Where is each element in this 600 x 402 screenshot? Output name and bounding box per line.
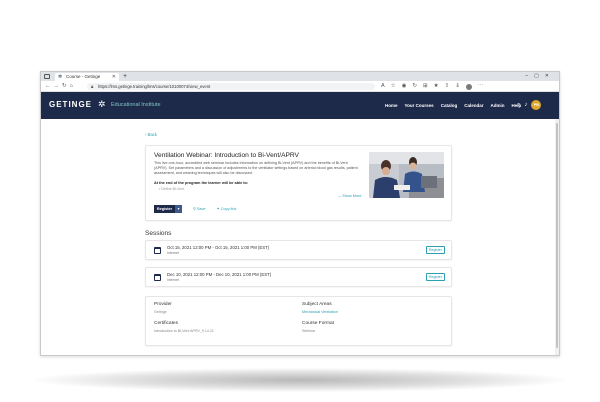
favorite-star-icon[interactable]: ☆ [391, 82, 396, 91]
site-header: GETINGE ✲ Educational Institute Home You… [41, 92, 559, 119]
close-tab-icon[interactable]: ✕ [112, 74, 116, 80]
address-bar: ←→↻⌂ 🔒︎ https://lms.getinge.training/lms… [41, 81, 559, 92]
certificates-value: Introduction to Bi-Vent APRV_9.14.21 [154, 329, 214, 333]
save-label: Save [196, 207, 206, 211]
session-card: Dec 10, 2021 12:00 PM - Dec 10, 2021 1:0… [145, 267, 452, 287]
collections-icon[interactable]: ⊞ [423, 82, 428, 91]
objective-item: • Define Bi-Vent [159, 187, 185, 191]
session-datetime: Oct 15, 2021 12:00 PM - Oct 15, 2021 1:0… [167, 245, 270, 250]
browser-window: ✲ Course - Getinge ✕ + –▢✕ ←→↻⌂ 🔒︎ https… [40, 71, 560, 356]
more-menu-icon[interactable]: ⋯ [478, 82, 484, 91]
register-button[interactable]: Register [154, 205, 175, 213]
profile-avatar-icon[interactable] [465, 83, 472, 90]
main-content: ‹ Back Ventilation Webinar: Introduction… [41, 119, 557, 355]
course-title: Ventilation Webinar: Introduction to Bi-… [154, 152, 299, 159]
save-button[interactable]: ⚲ Save [193, 205, 206, 213]
window-controls[interactable]: –▢✕ [525, 73, 555, 80]
sync-icon[interactable]: ↻ [412, 82, 417, 91]
new-tab-icon[interactable]: + [123, 73, 127, 80]
session-datetime: Dec 10, 2021 12:00 PM - Dec 10, 2021 1:0… [167, 272, 272, 277]
sessions-heading: Sessions [145, 230, 172, 237]
getinge-favicon-icon: ✲ [58, 74, 63, 80]
session-register-button[interactable]: Register [426, 273, 445, 281]
extension-icon[interactable]: ◉ [402, 82, 407, 91]
brand-subtitle: Educational Institute [111, 102, 161, 108]
lock-icon: 🔒︎ [91, 84, 94, 89]
show-more-link[interactable]: ⌄ Show More [338, 194, 361, 199]
url-text: https://lms.getinge.training/lms/course/… [98, 84, 211, 89]
course-card: Ventilation Webinar: Introduction to Bi-… [145, 145, 452, 221]
session-register-button[interactable]: Register [426, 246, 445, 254]
refresh-icon[interactable]: ↻ [62, 83, 70, 89]
course-format-value: Webinar [302, 329, 316, 333]
browser-tab[interactable]: ✲ Course - Getinge ✕ [55, 73, 119, 81]
nav-admin[interactable]: Admin [490, 102, 504, 109]
course-photo [369, 152, 444, 198]
scrollbar-thumb[interactable] [556, 123, 558, 348]
course-description: This live one-hour, accredited web semin… [154, 161, 358, 175]
session-location: Internet [167, 278, 179, 282]
subject-areas-link[interactable]: Mechanical Ventilation [302, 310, 338, 315]
nav-catalog[interactable]: Catalog [441, 102, 458, 109]
downloads-icon[interactable]: ⇓ [455, 82, 460, 91]
favorites-icon[interactable]: ★ [434, 82, 439, 91]
session-location: Internet [167, 251, 179, 255]
screenshot-stage: ✲ Course - Getinge ✕ + –▢✕ ←→↻⌂ 🔒︎ https… [0, 0, 600, 402]
nav-buttons[interactable]: ←→↻⌂ [45, 83, 76, 90]
tab-strip: ✲ Course - Getinge ✕ + –▢✕ [41, 72, 559, 81]
forward-arrow-icon[interactable]: → [54, 83, 63, 89]
user-avatar[interactable]: PB [531, 100, 542, 110]
tab-title: Course - Getinge [66, 74, 101, 79]
toolbar-icons: A ☆ ◉ ↻ ⊞ ★ ⇪ ⇓ ⋯ [381, 82, 483, 91]
provider-label: Provider [154, 302, 172, 307]
search-icon[interactable]: ⌕ [517, 100, 520, 110]
window-shadow [34, 368, 566, 392]
objectives-heading: At the end of the program the learner wi… [154, 181, 249, 185]
subject-areas-label: Subject Areas [302, 302, 332, 307]
nav-your-courses[interactable]: Your Courses [405, 102, 434, 109]
calendar-icon [154, 247, 161, 254]
tab-actions-icon[interactable] [44, 74, 50, 79]
brand-logo[interactable]: GETINGE [49, 100, 92, 110]
header-icons: ⌕ ♪ PB [517, 100, 542, 110]
course-actions: Register ▾ ⚲ Save ⚭ Copy link [154, 205, 236, 213]
share-icon[interactable]: ⇪ [445, 82, 450, 91]
back-arrow-icon[interactable]: ← [45, 83, 54, 89]
nav-calendar[interactable]: Calendar [464, 102, 483, 109]
course-format-label: Course Format [302, 321, 334, 326]
bell-icon[interactable]: ♪ [524, 100, 527, 110]
session-card: Oct 15, 2021 12:00 PM - Oct 15, 2021 1:0… [145, 240, 452, 260]
home-icon[interactable]: ⌂ [70, 83, 76, 89]
register-dropdown-icon[interactable]: ▾ [175, 205, 182, 213]
main-nav: Home Your Courses Catalog Calendar Admin… [385, 102, 521, 109]
provider-value: Getinge [154, 310, 167, 314]
back-link[interactable]: ‹ Back [145, 132, 157, 138]
bookmark-icon: ⚲ [193, 207, 196, 211]
nav-home[interactable]: Home [385, 102, 398, 109]
copy-link-label: Copy link [220, 207, 237, 211]
brand-star-icon: ✲ [98, 99, 106, 109]
course-info-card: Provider Getinge Certificates Introducti… [145, 296, 452, 346]
certificates-label: Certificates [154, 321, 178, 326]
url-field[interactable]: 🔒︎ https://lms.getinge.training/lms/cour… [87, 83, 375, 90]
calendar-icon [154, 274, 161, 281]
copy-link-button[interactable]: ⚭ Copy link [217, 205, 237, 213]
link-icon: ⚭ [216, 207, 220, 211]
read-aloud-icon[interactable]: A [381, 82, 385, 91]
